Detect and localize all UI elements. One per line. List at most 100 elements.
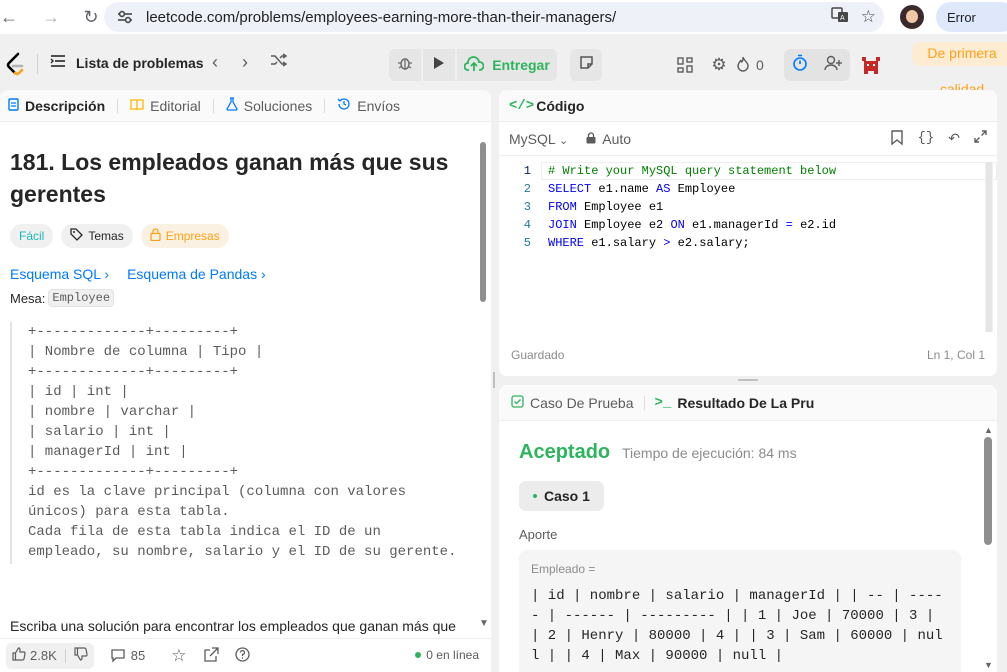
thumbs-up-icon[interactable] <box>12 647 26 664</box>
forward-arrow-icon[interactable]: → <box>36 2 66 32</box>
topics-label: Temas <box>88 229 124 243</box>
companies-chip[interactable]: Empresas <box>140 224 229 248</box>
tab-submissions-label: Envíos <box>357 97 401 114</box>
book-icon <box>130 98 144 114</box>
submit-button[interactable]: Entregar <box>457 49 557 81</box>
tag-icon <box>70 228 84 244</box>
history-icon <box>337 97 351 114</box>
pandas-schema-label: Esquema de Pandas <box>127 266 258 282</box>
code-panel: </> Código MySQL ⌄ Auto {} ↶ 1 # Write yo… <box>499 90 997 376</box>
shuffle-icon[interactable] <box>270 52 288 73</box>
reset-icon[interactable]: ↶ <box>948 130 960 148</box>
bookmark-icon[interactable] <box>891 130 904 148</box>
layout-grid-icon[interactable] <box>668 49 702 81</box>
tab-divider <box>117 98 119 113</box>
mode-label: Auto <box>602 130 632 147</box>
comment-icon[interactable]: 85 <box>110 648 145 663</box>
help-icon[interactable] <box>235 646 251 665</box>
result-panel: Caso De Prueba >_ Resultado De La Pru Ac… <box>499 385 997 672</box>
flask-icon <box>226 97 238 114</box>
case-tab[interactable]: Caso 1 <box>519 481 604 511</box>
code-line: 2 SELECT e1.name AS Employee <box>499 180 997 198</box>
add-friend-icon[interactable] <box>824 55 842 76</box>
horizontal-resize-handle[interactable] <box>738 379 758 381</box>
prev-problem-icon[interactable]: ‹ <box>212 52 218 73</box>
language-label: MySQL <box>509 130 556 147</box>
topics-chip[interactable]: Temas <box>61 224 133 248</box>
streak-counter[interactable]: 0 <box>736 56 780 75</box>
tab-testcase-label: Caso De Prueba <box>530 394 634 411</box>
format-braces-icon[interactable]: {} <box>917 130 934 148</box>
notes-button[interactable] <box>570 49 602 81</box>
tab-solutions-label: Soluciones <box>243 97 313 114</box>
checkbox-icon <box>511 394 524 411</box>
stopwatch-icon[interactable] <box>792 54 808 76</box>
tab-description[interactable]: Descripción <box>8 98 105 114</box>
leetcode-nav: Lista de problemas ‹ › Entregar ⚙ 0 De p… <box>0 42 1007 97</box>
translate-icon[interactable]: A <box>831 6 849 29</box>
back-arrow-icon[interactable]: ← <box>0 2 24 32</box>
sql-schema-label: Esquema SQL <box>10 266 101 282</box>
case-status-dot <box>533 494 537 498</box>
favorite-star-icon[interactable]: ☆ <box>171 646 186 666</box>
input-heading: Aporte <box>519 527 558 542</box>
code-editor[interactable]: 1 # Write your MySQL query statement belo… <box>499 162 997 342</box>
tab-solutions[interactable]: Soluciones <box>226 97 313 114</box>
fire-icon <box>736 56 750 75</box>
result-scrollbar[interactable] <box>984 437 992 545</box>
vertical-resize-handle[interactable] <box>493 372 495 388</box>
nav-divider <box>37 54 38 74</box>
autosave-mode[interactable]: Auto <box>586 131 631 147</box>
chevron-right-icon: › <box>260 266 266 282</box>
url-text: leetcode.com/problems/employees-earning-… <box>146 8 617 26</box>
description-panel: Descripción Editorial Soluciones Envíos … <box>0 90 491 672</box>
scroll-down-arrow-icon[interactable]: ▼ <box>984 660 993 670</box>
address-bar[interactable]: leetcode.com/problems/employees-earning-… <box>104 2 884 32</box>
leetcode-logo-icon[interactable] <box>5 52 27 76</box>
scroll-down-arrow-icon[interactable]: ▼ <box>479 618 489 629</box>
tab-divider <box>643 395 645 410</box>
code-tabbar: </> Código <box>499 90 997 122</box>
avatar[interactable] <box>900 5 924 29</box>
bookmark-star-icon[interactable]: ☆ <box>861 7 876 27</box>
like-dislike-group: 2.8K <box>6 642 94 669</box>
line-number: 4 <box>523 218 531 232</box>
online-status: 0 en línea <box>415 648 479 662</box>
debug-button[interactable] <box>389 49 421 81</box>
problem-list-button[interactable]: Lista de problemas <box>50 54 204 71</box>
table-name-code: Employee <box>48 289 115 307</box>
tab-testcase[interactable]: Caso De Prueba <box>511 395 634 411</box>
tab-submissions[interactable]: Envíos <box>337 97 400 114</box>
schema-block: +-------------+---------+ | Nombre de co… <box>10 322 480 564</box>
pixel-avatar-icon[interactable] <box>854 49 888 81</box>
code-scrollbar[interactable] <box>985 162 993 332</box>
premium-button[interactable]: De primera calidad <box>912 42 1007 97</box>
like-count: 2.8K <box>30 648 57 663</box>
description-tabs: Descripción Editorial Soluciones Envíos <box>0 90 491 122</box>
expand-icon[interactable] <box>974 130 987 148</box>
pandas-schema-link[interactable]: Esquema de Pandas › <box>127 266 266 282</box>
list-icon <box>50 54 66 71</box>
description-scrollbar[interactable] <box>480 142 486 302</box>
code-line-text: WHERE e1.salary > e2.salary; <box>548 236 750 250</box>
chevron-down-icon: ⌄ <box>559 134 569 147</box>
settings-gear-icon[interactable]: ⚙ <box>702 49 736 81</box>
sql-schema-link[interactable]: Esquema SQL › <box>10 266 109 282</box>
tab-result[interactable]: >_ Resultado De La Pru <box>655 395 815 411</box>
site-settings-icon[interactable] <box>112 10 138 24</box>
code-line-text: JOIN Employee e2 ON e1.managerId = e2.id <box>548 218 837 232</box>
input-label: Empleado = <box>531 562 596 576</box>
premium-label-line1: De primera <box>912 42 1007 66</box>
share-icon[interactable] <box>204 646 220 665</box>
reload-icon[interactable]: ↻ <box>76 2 106 32</box>
tab-editorial-label: Editorial <box>150 97 201 114</box>
scroll-up-arrow-icon[interactable]: ▲ <box>984 425 993 435</box>
verdict-status: Aceptado <box>519 441 611 463</box>
language-select[interactable]: MySQL ⌄ <box>509 131 568 147</box>
profile-error-button[interactable]: Error <box>936 2 1007 32</box>
tab-editorial[interactable]: Editorial <box>130 98 201 114</box>
run-button[interactable] <box>423 49 455 81</box>
code-tab-label[interactable]: Código <box>536 98 584 114</box>
thumbs-down-icon[interactable] <box>74 647 88 664</box>
next-problem-icon[interactable]: › <box>242 52 248 73</box>
